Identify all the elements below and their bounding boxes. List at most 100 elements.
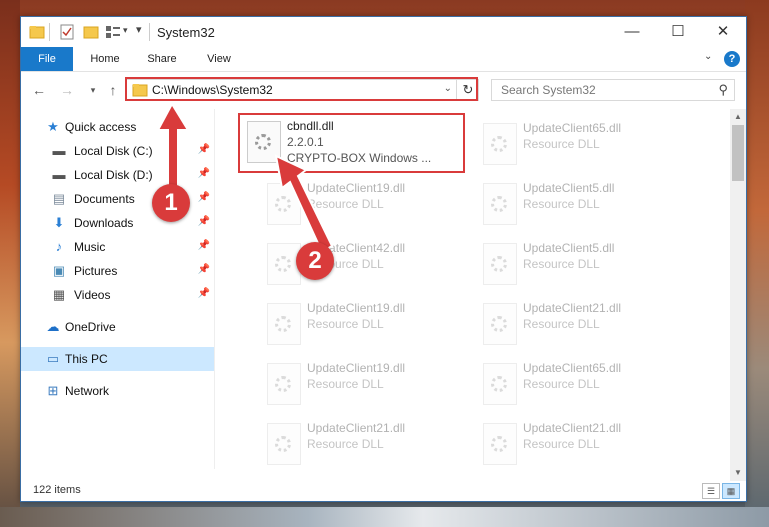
file-item[interactable]: UpdateClient19.dll Resource DLL: [259, 357, 484, 413]
tab-view[interactable]: View: [197, 47, 241, 71]
customize-toolbar-icon[interactable]: ▾: [136, 23, 142, 36]
dll-file-icon: [483, 183, 517, 225]
folder-icon: [29, 26, 45, 39]
file-item[interactable]: UpdateClient65.dll Resource DLL: [475, 357, 700, 413]
sidebar-item-label: Videos: [74, 288, 111, 302]
scrollbar-thumb[interactable]: [732, 125, 744, 181]
search-icon[interactable]: ⚲: [718, 82, 728, 98]
expand-ribbon-icon[interactable]: ⌄: [704, 51, 712, 62]
details-view-icon[interactable]: ☰: [702, 483, 720, 499]
desktop-background-left: [0, 0, 20, 527]
file-item[interactable]: UpdateClient5.dll Resource DLL: [475, 237, 700, 293]
file-name: UpdateClient19.dll: [307, 301, 406, 315]
dll-file-icon: [483, 303, 517, 345]
file-item[interactable]: UpdateClient21.dll Resource DLL: [259, 417, 484, 469]
file-name: UpdateClient5.dll: [523, 241, 615, 255]
recent-locations-icon[interactable]: ▾: [83, 80, 103, 100]
sidebar-item-this-pc[interactable]: ▭ This PC: [21, 347, 214, 371]
sidebar-item-label: OneDrive: [65, 320, 116, 334]
search-input[interactable]: Search System32 ⚲: [491, 79, 735, 101]
dll-file-icon: [267, 303, 301, 345]
file-item[interactable]: UpdateClient19.dll Resource DLL: [259, 297, 484, 353]
pin-icon[interactable]: 📌: [198, 264, 210, 275]
dll-file-icon: [483, 423, 517, 465]
file-description: Resource DLL: [523, 197, 600, 211]
search-placeholder: Search System32: [501, 83, 596, 97]
help-button[interactable]: ?: [724, 51, 740, 67]
video-icon: ▦: [52, 287, 66, 302]
close-button[interactable]: ✕: [700, 17, 746, 47]
file-description: Resource DLL: [523, 317, 600, 331]
ribbon-tabs: File Home Share View ⌄ ?: [21, 47, 746, 72]
scroll-down-icon[interactable]: ▼: [730, 465, 746, 481]
arrow-2: [274, 154, 334, 254]
desktop-background-bottom: [0, 507, 769, 527]
scroll-up-icon[interactable]: ▲: [730, 109, 746, 125]
divider: [49, 23, 50, 41]
cloud-icon: ☁: [46, 319, 60, 334]
maximize-button[interactable]: ☐: [655, 17, 701, 47]
up-arrow-icon[interactable]: ↑: [103, 80, 123, 100]
network-icon: ⊞: [47, 383, 59, 398]
pin-icon[interactable]: 📌: [198, 240, 210, 251]
large-icons-view-icon[interactable]: ▦: [722, 483, 740, 499]
file-description: Resource DLL: [307, 437, 384, 451]
file-explorer-window: ▾ ▾ System32 — ☐ ✕ File Home Share View …: [20, 16, 747, 502]
sidebar-item-label: Downloads: [74, 216, 134, 230]
file-description: Resource DLL: [307, 377, 384, 391]
sidebar-item-label: Quick access: [65, 120, 137, 134]
file-name: UpdateClient21.dll: [307, 421, 406, 435]
sidebar-item-pictures[interactable]: ▣ Pictures 📌: [21, 259, 214, 283]
sidebar-item-label: Music: [74, 240, 106, 254]
item-count: 122 items: [33, 484, 81, 496]
computer-icon: ▭: [46, 351, 60, 366]
navigation-bar: ← → ▾ ↑ C:\Windows\System32 ⌄ ↻ Search S…: [21, 72, 746, 108]
sidebar-item-music[interactable]: ♪ Music 📌: [21, 235, 214, 259]
file-item[interactable]: UpdateClient5.dll Resource DLL: [475, 177, 700, 233]
minimize-button[interactable]: —: [609, 17, 655, 47]
sidebar-item-label: Pictures: [74, 264, 118, 278]
dll-file-icon: [483, 123, 517, 165]
vertical-scrollbar[interactable]: ▲ ▼: [730, 109, 746, 481]
dll-file-icon: [483, 243, 517, 285]
tab-home[interactable]: Home: [81, 47, 129, 71]
pin-icon[interactable]: 📌: [198, 288, 210, 299]
file-description: Resource DLL: [523, 377, 600, 391]
sidebar-item-label: Local Disk (C:): [74, 144, 153, 158]
file-name: UpdateClient21.dll: [523, 421, 622, 435]
new-folder-icon[interactable]: [83, 24, 99, 40]
pin-icon[interactable]: 📌: [198, 216, 210, 227]
file-description: Resource DLL: [523, 257, 600, 271]
file-name: UpdateClient21.dll: [523, 301, 622, 315]
drive-icon: ▬: [52, 167, 66, 182]
music-icon: ♪: [55, 239, 63, 254]
file-item[interactable]: UpdateClient21.dll Resource DLL: [475, 297, 700, 353]
dll-file-icon: [483, 363, 517, 405]
divider: [149, 23, 150, 41]
properties-icon[interactable]: [59, 24, 75, 40]
file-item[interactable]: UpdateClient21.dll Resource DLL: [475, 417, 700, 469]
download-icon: ⬇: [53, 215, 65, 230]
sidebar-item-label: This PC: [65, 352, 108, 366]
dll-file-icon: [267, 423, 301, 465]
file-item[interactable]: UpdateClient65.dll Resource DLL: [475, 117, 700, 173]
star-icon: ★: [47, 119, 59, 134]
dropdown-arrow-icon[interactable]: ▾: [123, 25, 128, 36]
file-description: Resource DLL: [523, 137, 600, 151]
tab-share[interactable]: Share: [137, 47, 187, 71]
back-arrow-icon[interactable]: ←: [29, 80, 49, 100]
step-badge-1: 1: [152, 184, 190, 222]
dll-file-icon: [267, 363, 301, 405]
step-badge-2: 2: [296, 242, 334, 280]
tab-file[interactable]: File: [21, 47, 73, 71]
title-bar: ▾ ▾ System32 — ☐ ✕: [21, 17, 746, 47]
sidebar-item-onedrive[interactable]: ☁ OneDrive: [21, 315, 214, 339]
picture-icon: ▣: [52, 263, 66, 278]
forward-arrow-icon[interactable]: →: [57, 80, 77, 100]
drive-icon: ▬: [52, 143, 66, 158]
sidebar-item-videos[interactable]: ▦ Videos 📌: [21, 283, 214, 307]
sidebar-item-network[interactable]: ⊞ Network: [21, 379, 214, 403]
status-bar: 122 items ☰ ▦: [21, 481, 746, 501]
sidebar-item-label: Network: [65, 384, 110, 398]
view-options-icon[interactable]: [105, 24, 121, 40]
